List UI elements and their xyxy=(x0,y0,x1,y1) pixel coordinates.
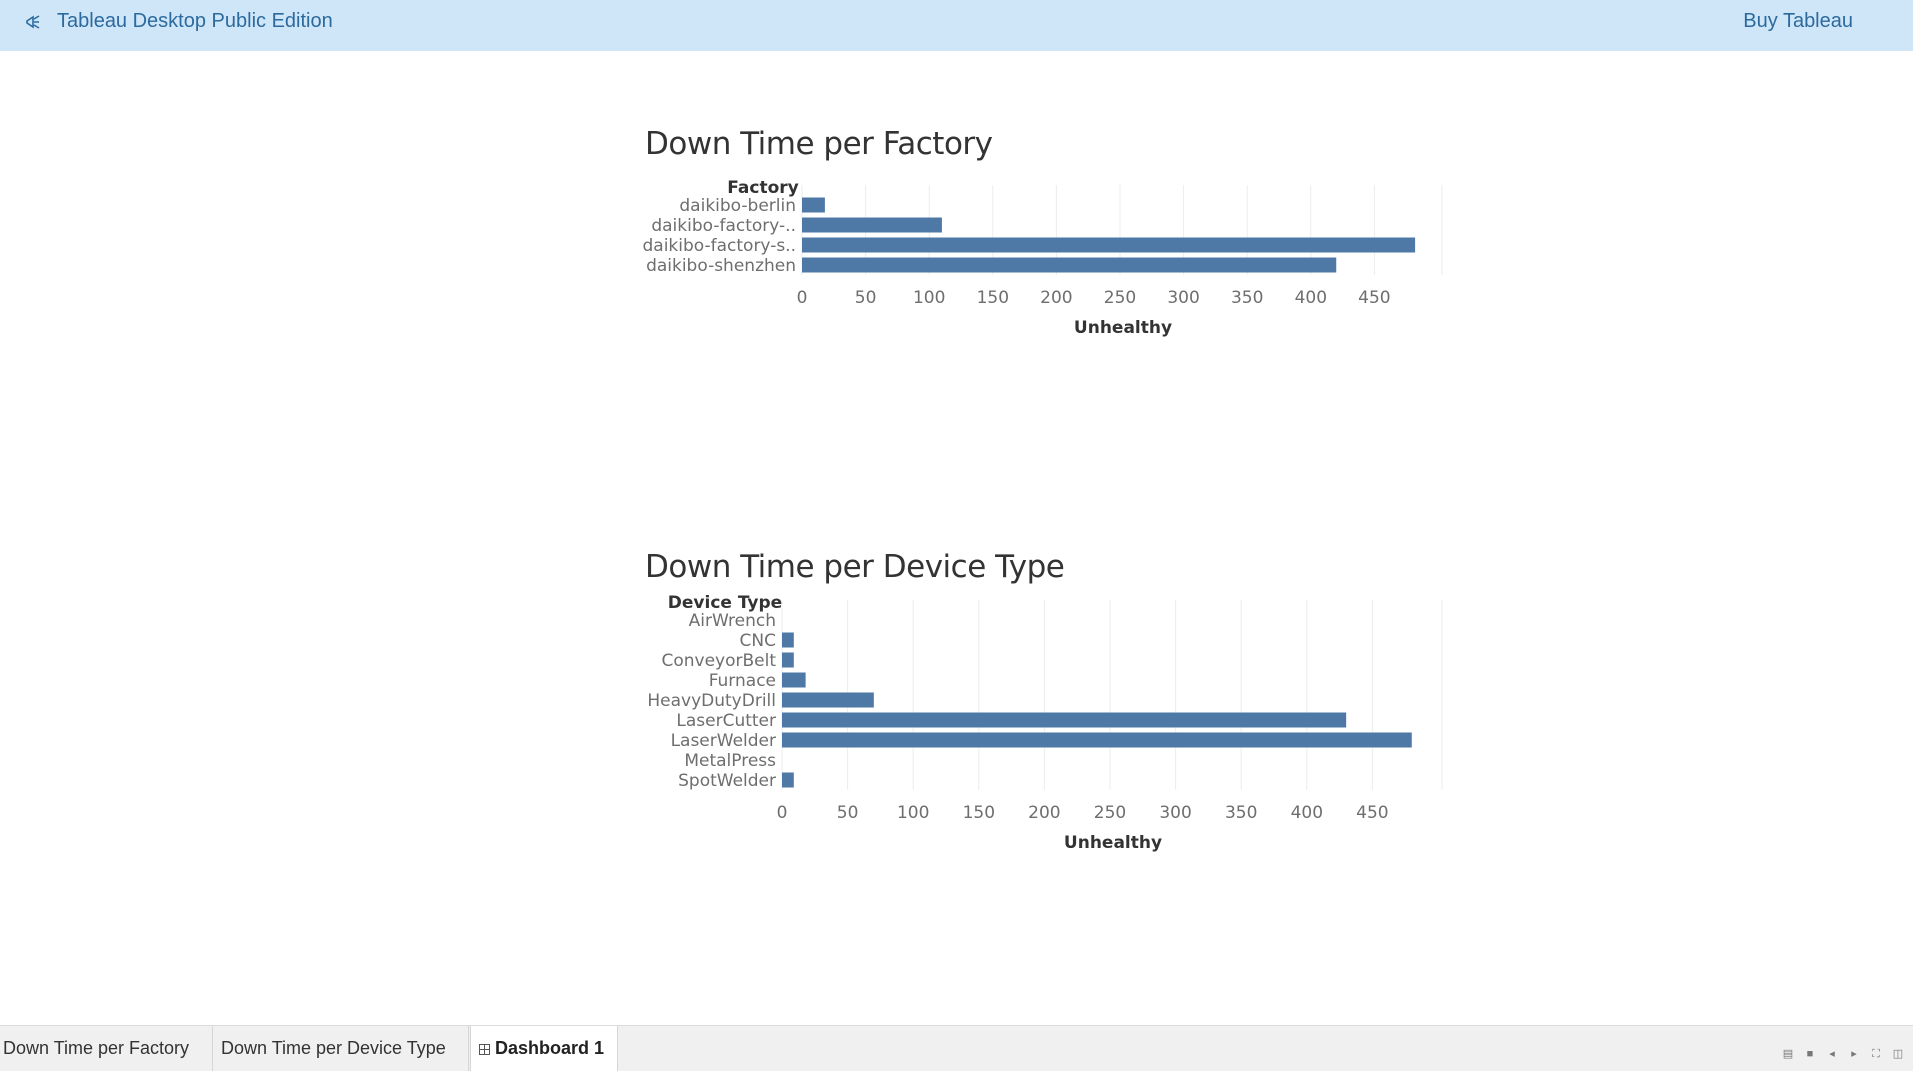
tab-down-time-per-device-type[interactable]: Down Time per Device Type xyxy=(218,1026,469,1071)
buy-tableau-link[interactable]: Buy Tableau xyxy=(1743,10,1853,33)
next-sheet-icon[interactable]: ▸ xyxy=(1847,1047,1861,1061)
x-tick-label: 50 xyxy=(837,803,859,823)
x-tick-label: 200 xyxy=(1028,803,1060,823)
x-tick-label: 0 xyxy=(797,288,808,308)
x-tick-label: 350 xyxy=(1225,803,1257,823)
top-bar: Tableau Desktop Public Edition Buy Table… xyxy=(0,0,1913,51)
bar[interactable] xyxy=(802,217,942,233)
dashboard-grid-icon xyxy=(479,1044,490,1055)
x-tick-label: 0 xyxy=(777,803,788,823)
bar[interactable] xyxy=(782,732,1412,748)
x-tick-label: 100 xyxy=(897,803,929,823)
category-label: daikibo-berlin xyxy=(679,196,796,216)
bar[interactable] xyxy=(802,237,1416,253)
category-label: HeavyDutyDrill xyxy=(647,691,776,711)
app-title: Tableau Desktop Public Edition xyxy=(57,10,333,32)
tab-dashboard-1-label: Dashboard 1 xyxy=(495,1038,605,1058)
bar[interactable] xyxy=(782,652,794,668)
category-label: MetalPress xyxy=(684,751,776,771)
sheet-navigation-controls: ▤ ■ ◂ ▸ ⛶ ◫ xyxy=(1781,1047,1905,1061)
row-header: Device Type xyxy=(668,593,782,613)
single-view-icon[interactable]: ■ xyxy=(1803,1047,1817,1061)
category-label: AirWrench xyxy=(689,611,776,631)
x-tick-label: 300 xyxy=(1159,803,1191,823)
x-tick-label: 350 xyxy=(1231,288,1263,308)
tableau-logo-icon xyxy=(26,15,40,29)
x-tick-label: 400 xyxy=(1295,288,1327,308)
device-type-bar-chart: Device TypeAirWrenchCNCConveyorBeltFurna… xyxy=(647,593,1443,853)
bar[interactable] xyxy=(802,257,1337,273)
x-tick-label: 200 xyxy=(1040,288,1072,308)
factory-bar-chart: Factorydaikibo-berlindaikibo-factory-..d… xyxy=(642,178,1443,338)
device-chart-panel: Down Time per Device Type Device Type Air… xyxy=(630,542,1443,872)
row-header: Factory xyxy=(727,178,798,198)
category-label: daikibo-factory-.. xyxy=(651,216,796,236)
sheet-tab-bar: Down Time per Factory Down Time per Devi… xyxy=(0,1025,1913,1071)
category-label: ConveyorBelt xyxy=(661,651,776,671)
bar[interactable] xyxy=(802,197,825,213)
x-tick-label: 450 xyxy=(1356,803,1388,823)
x-tick-label: 300 xyxy=(1167,288,1199,308)
bar[interactable] xyxy=(782,772,794,788)
x-tick-label: 400 xyxy=(1291,803,1323,823)
x-tick-label: 50 xyxy=(855,288,877,308)
factory-chart-panel: Down Time per Factory Factory daikibo-ber… xyxy=(630,120,1443,350)
bar[interactable] xyxy=(782,632,794,648)
category-label: daikibo-factory-s.. xyxy=(642,236,796,256)
present-icon[interactable]: ◫ xyxy=(1891,1047,1905,1061)
category-label: SpotWelder xyxy=(678,771,776,791)
gallery-view-icon[interactable]: ▤ xyxy=(1781,1047,1795,1061)
fullscreen-icon[interactable]: ⛶ xyxy=(1869,1047,1883,1061)
x-tick-label: 150 xyxy=(963,803,995,823)
x-axis-title: Unhealthy xyxy=(1064,833,1162,853)
x-tick-label: 250 xyxy=(1094,803,1126,823)
x-axis-title: Unhealthy xyxy=(1074,318,1172,338)
tab-dashboard-1[interactable]: Dashboard 1 xyxy=(470,1026,618,1071)
x-tick-label: 450 xyxy=(1358,288,1390,308)
bar[interactable] xyxy=(782,692,874,708)
category-label: LaserWelder xyxy=(671,731,776,751)
bar[interactable] xyxy=(782,672,806,688)
category-label: CNC xyxy=(740,631,776,651)
x-tick-label: 250 xyxy=(1104,288,1136,308)
category-label: daikibo-shenzhen xyxy=(646,256,796,276)
x-tick-label: 100 xyxy=(913,288,945,308)
bar[interactable] xyxy=(782,712,1347,728)
x-tick-label: 150 xyxy=(977,288,1009,308)
prev-sheet-icon[interactable]: ◂ xyxy=(1825,1047,1839,1061)
category-label: LaserCutter xyxy=(676,711,776,731)
tab-down-time-per-factory[interactable]: Down Time per Factory xyxy=(0,1026,213,1071)
category-label: Furnace xyxy=(709,671,776,691)
